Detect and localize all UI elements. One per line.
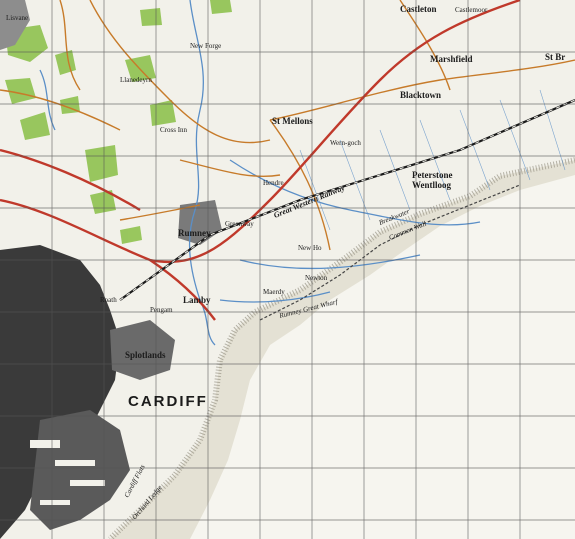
label-maerdy: Maerdy — [263, 288, 285, 296]
label-hendre: Hendre — [263, 179, 284, 187]
label-llanedeyrn: Llanedeyrn — [120, 76, 152, 84]
label-st-bride: St Br — [545, 52, 565, 62]
label-marshfield: Marshfield — [430, 54, 473, 64]
label-rumney: Rumney — [178, 228, 211, 238]
label-new-house: New Ho — [298, 244, 322, 252]
label-st-mellons: St Mellons — [272, 116, 313, 126]
label-wentlloog: Wentlloog — [412, 180, 452, 190]
label-splott: Splotlands — [125, 350, 166, 360]
label-pengam: Pengam — [150, 306, 173, 314]
label-roath: Roath — [100, 296, 117, 304]
label-blacktown: Blacktown — [400, 90, 441, 100]
label-lamby: Lamby — [183, 295, 211, 305]
label-newton: Newton — [305, 274, 328, 282]
map-canvas[interactable]: Lisvane Llanedeyrn New Forge St Mellons … — [0, 0, 575, 539]
label-wern-goch: Wern-goch — [330, 139, 361, 147]
label-peterstone: Peterstone — [412, 170, 452, 180]
label-lisvane: Lisvane — [6, 14, 28, 22]
label-cardiff: CARDIFF — [128, 393, 208, 410]
label-castleton: Castleton — [400, 4, 437, 14]
label-cross-inn: Cross Inn — [160, 126, 188, 134]
label-greenway: Greenway — [225, 220, 254, 228]
label-castlemoor: Castlemoor — [455, 6, 488, 14]
label-new-forge: New Forge — [190, 42, 221, 50]
